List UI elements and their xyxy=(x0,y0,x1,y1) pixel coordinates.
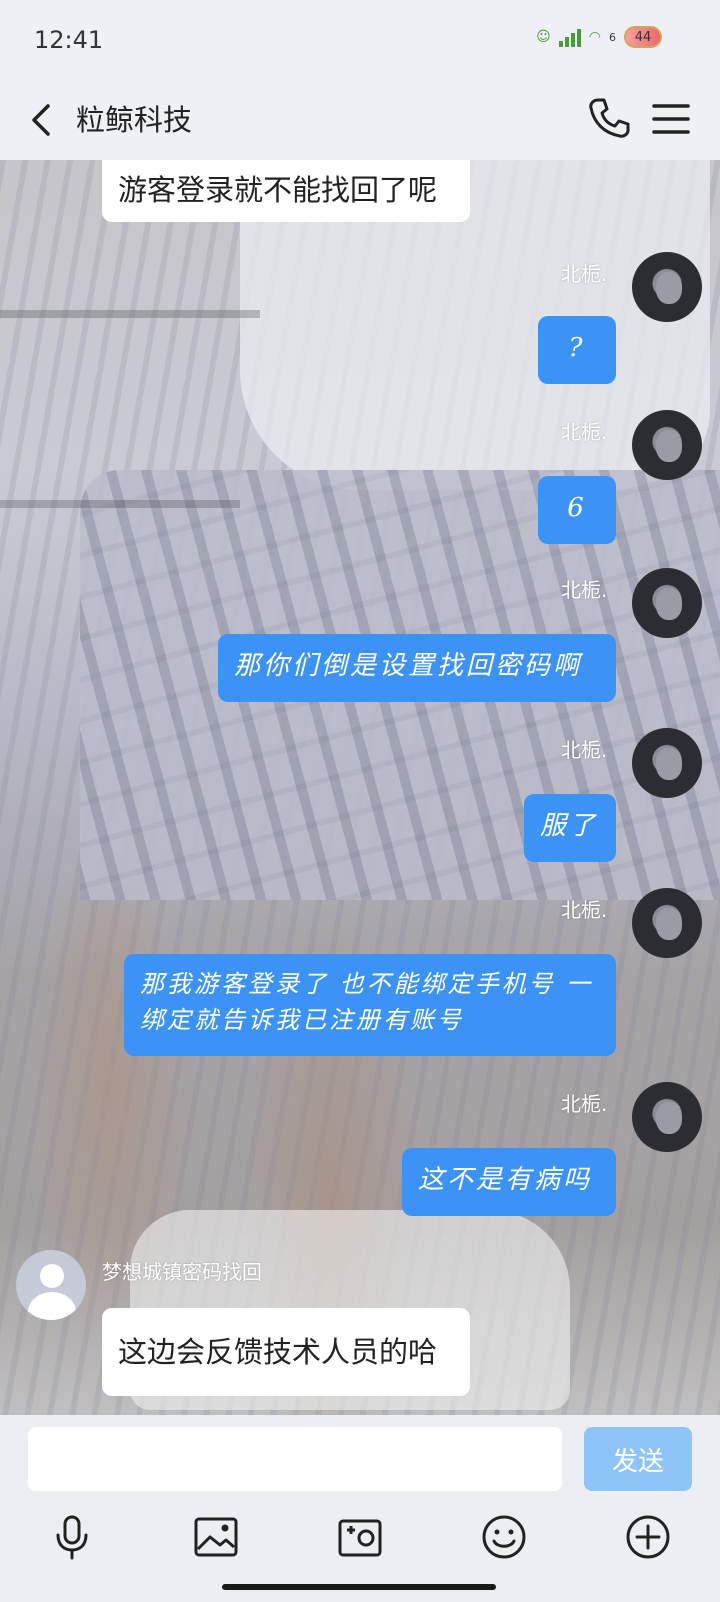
microphone-icon[interactable] xyxy=(48,1513,96,1561)
chat-toolbar xyxy=(0,1503,720,1569)
image-icon[interactable] xyxy=(192,1513,240,1561)
user-avatar[interactable] xyxy=(632,728,702,798)
sender-name: 梦想城镇密码找回 xyxy=(102,1260,262,1284)
send-button[interactable]: 发送 xyxy=(584,1427,692,1491)
user-avatar[interactable] xyxy=(632,568,702,638)
message-text: 游客登录就不能找回了呢 xyxy=(118,173,438,207)
sender-name: 北栀. xyxy=(561,898,608,922)
message-bubble-self[interactable]: 这不是有病吗 xyxy=(402,1148,616,1216)
sender-name: 北栀. xyxy=(561,578,608,602)
message-text: 服了 xyxy=(540,811,599,841)
back-arrow-icon[interactable] xyxy=(22,98,66,142)
camera-icon[interactable] xyxy=(336,1513,384,1561)
status-time: 12:41 xyxy=(34,26,104,54)
message-input[interactable] xyxy=(28,1427,562,1491)
user-avatar[interactable] xyxy=(632,410,702,480)
message-bubble-self[interactable]: ? xyxy=(538,316,616,384)
status-icons: ☺ ◠ 6 44 xyxy=(536,26,662,48)
message-text: 6 xyxy=(567,493,587,523)
message-text: 那我游客登录了 也不能绑定手机号 一绑定就告诉我已注册有账号 xyxy=(140,970,594,1034)
sender-name: 北栀. xyxy=(561,420,608,444)
chat-message-list[interactable]: 游客登录就不能找回了呢 北栀. ? 北栀. 6 北栀. 那你们倒是设置找回密码啊… xyxy=(0,160,720,1415)
sender-name: 北栀. xyxy=(561,1092,608,1116)
background-stair xyxy=(0,310,260,318)
chat-header: 粒鲸科技 xyxy=(0,80,720,160)
message-bubble-self[interactable]: 那我游客登录了 也不能绑定手机号 一绑定就告诉我已注册有账号 xyxy=(124,954,616,1056)
wifi-icon: ◠ xyxy=(588,29,601,45)
message-bubble-self[interactable]: 6 xyxy=(538,476,616,544)
emoji-icon[interactable] xyxy=(480,1513,528,1561)
message-input-bar: 发送 xyxy=(0,1415,720,1503)
status-bar: 12:41 ☺ ◠ 6 44 xyxy=(0,0,720,80)
message-bubble-self[interactable]: 那你们倒是设置找回密码啊 xyxy=(218,634,616,702)
network-speed: 6 xyxy=(609,30,616,44)
contact-avatar[interactable] xyxy=(16,1250,86,1320)
user-avatar[interactable] xyxy=(632,1082,702,1152)
sender-name: 北栀. xyxy=(561,738,608,762)
plus-icon[interactable] xyxy=(624,1513,672,1561)
message-bubble-self[interactable]: 服了 xyxy=(524,794,616,862)
menu-icon[interactable] xyxy=(648,94,694,144)
cellular-signal-icon xyxy=(558,27,581,47)
home-indicator[interactable] xyxy=(222,1584,496,1590)
message-text: 那你们倒是设置找回密码啊 xyxy=(234,651,583,681)
notification-icon: ☺ xyxy=(536,29,551,45)
phone-icon[interactable] xyxy=(584,94,634,144)
chat-title: 粒鲸科技 xyxy=(76,103,193,137)
background-stair xyxy=(0,500,240,508)
battery-level: 44 xyxy=(634,29,652,45)
user-avatar[interactable] xyxy=(632,888,702,958)
message-bubble-other[interactable]: 游客登录就不能找回了呢 xyxy=(102,160,470,222)
battery-icon: 44 xyxy=(624,26,662,48)
message-bubble-other[interactable]: 这边会反馈技术人员的哈 xyxy=(102,1308,470,1396)
user-avatar[interactable] xyxy=(632,252,702,322)
message-text: ? xyxy=(568,333,586,363)
sender-name: 北栀. xyxy=(561,262,608,286)
message-text: 这边会反馈技术人员的哈 xyxy=(118,1335,438,1369)
message-text: 这不是有病吗 xyxy=(418,1165,593,1195)
